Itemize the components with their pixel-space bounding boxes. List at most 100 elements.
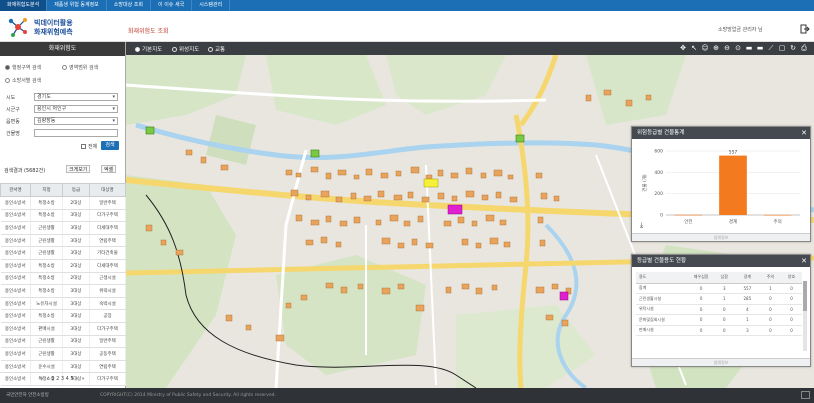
table-row[interactable]: 용인소방서 특정소방 2대상 일반주택 xyxy=(0,196,126,210)
select-eupmyeondong[interactable]: 김량장동 xyxy=(34,117,118,125)
radio-dot[interactable] xyxy=(62,65,67,70)
label-building-name: 건물명 xyxy=(6,131,20,137)
pager-last[interactable]: » xyxy=(82,376,85,382)
scrollbar[interactable] xyxy=(803,281,807,351)
close-icon[interactable]: ✕ xyxy=(801,127,807,139)
table-row[interactable]: 용인소방서 근린생활 3대상 공동주택 xyxy=(0,347,126,361)
table-cell: 판매시설 xyxy=(636,325,689,336)
table-row[interactable]: 판매시설 0 0 3 0 0 xyxy=(636,325,802,336)
y-tick-label: 0 xyxy=(660,213,663,219)
table-row[interactable]: 용인소방서 근린생활 3대상 연립주택 xyxy=(0,234,126,248)
table-row[interactable]: 용인소방서 근린생활 3대상 기타건축물 xyxy=(0,246,126,260)
table-row[interactable]: 위락시설 0 0 4 0 0 xyxy=(636,304,802,315)
radio-label: 소방서별 검색 xyxy=(12,78,42,84)
table-row[interactable]: 근린생활시설 0 1 285 0 0 xyxy=(636,293,802,305)
table-cell: 0 xyxy=(688,304,714,315)
sidebar: 화재위험도 행정구역 검색 영역범위 검색 소방서별 검색 시도 경기도 시군구… xyxy=(0,42,126,388)
area-icon[interactable]: ▢ xyxy=(778,44,786,52)
close-icon[interactable]: ✕ xyxy=(801,255,807,267)
grade-usage-panel: 등급별 건물용도 현황 ✕ 용도 매우심함 심함 경계 주의 양호 합계 0 3 557 1 0 근린… xyxy=(631,254,811,367)
map-option-base[interactable]: 기본지도 xyxy=(135,45,162,53)
table-cell: 1 xyxy=(713,293,735,305)
radio-fire-station[interactable]: 소방서별 검색 xyxy=(5,77,41,84)
radio-dot[interactable] xyxy=(5,65,10,70)
table-cell: 근린생활 xyxy=(30,221,63,235)
col-header[interactable]: 지정 xyxy=(30,183,63,197)
select-sido[interactable]: 경기도 xyxy=(34,93,118,101)
pager-pages[interactable]: 1 2 3 4 5 xyxy=(51,376,73,382)
table-cell: 0 xyxy=(688,314,714,326)
panel-title: 등급별 건물용도 현황 xyxy=(637,258,687,264)
nav-tab-target-search[interactable]: 소방대상 조회 xyxy=(107,0,151,11)
table-cell: 용인소방서 xyxy=(0,246,31,260)
table-row[interactable]: 용인소방서 근린생활 3대상 다세대주택 xyxy=(0,221,126,235)
zoom-in-icon[interactable]: ⊕ xyxy=(712,44,720,52)
table-row[interactable]: 용인소방서 판매시설 3대상 다가구주택 xyxy=(0,322,126,336)
table-row[interactable]: 용인소방서 특정소방 3대상 다가구주택 xyxy=(0,209,126,223)
table-row[interactable]: 용인소방서 특정소방 2대상 다세대주택 xyxy=(0,259,126,273)
table-cell: 3 xyxy=(713,283,735,294)
radio-range[interactable]: 영역범위 검색 xyxy=(62,64,98,71)
col-header: 매우심함 xyxy=(688,272,714,284)
nav-tab-issues[interactable]: 이 이슈 새국 xyxy=(151,0,193,11)
map-option-satellite[interactable]: 위성지도 xyxy=(172,45,199,53)
footer-org: 국민안전처 안전소방방 xyxy=(6,393,49,398)
table-row[interactable]: 용인소방서 운수시설 3대상 연립주택 xyxy=(0,360,126,374)
search-button[interactable]: 검색 xyxy=(101,141,119,150)
building-name-input[interactable] xyxy=(34,129,118,137)
table-cell: 3 xyxy=(734,325,760,336)
map-option-traffic[interactable]: 교통 xyxy=(208,45,225,53)
grade-usage-table: 용도 매우심함 심함 경계 주의 양호 합계 0 3 557 1 0 근린생활시설 0 1 285 0 0 위락시… xyxy=(636,272,802,336)
pan-icon[interactable]: ✥ xyxy=(679,44,687,52)
prev-view-icon[interactable]: ▬ xyxy=(745,44,753,52)
pager-first[interactable]: « xyxy=(40,376,43,382)
expand-button[interactable]: 크게보기 xyxy=(66,165,91,173)
radio-dot[interactable] xyxy=(172,46,177,52)
page-title: 화재위험도 조회 xyxy=(128,28,169,35)
table-row[interactable]: 용인소방서 노유자시설 3대상 숙박시설 xyxy=(0,297,126,311)
table-row[interactable]: 용인소방서 특정소방 3대상 위락시설 xyxy=(0,284,126,298)
fullscreen-icon[interactable] xyxy=(801,391,810,399)
col-header[interactable]: 등급 xyxy=(62,183,90,197)
measure-icon[interactable]: ⟋ xyxy=(767,44,775,52)
table-cell: 4 xyxy=(734,304,760,315)
nav-tab-admin[interactable]: 시스템관리 xyxy=(192,0,231,11)
pager-prev[interactable]: ‹ xyxy=(46,376,48,382)
select-sigungu[interactable]: 용인시 처인구 xyxy=(34,105,118,113)
nav-tab-stats[interactable]: 제품생 위험 동계정보 xyxy=(47,0,107,11)
table-row[interactable]: 합계 0 3 557 1 0 xyxy=(636,283,802,294)
table-cell: 일반주택 xyxy=(89,335,126,349)
radio-dot[interactable] xyxy=(135,46,140,52)
logout-icon[interactable] xyxy=(800,24,810,34)
col-header[interactable]: 대상명 xyxy=(89,183,126,197)
table-cell: 2대상 xyxy=(62,272,90,286)
print-icon[interactable]: ⎙ xyxy=(800,44,808,52)
checkbox[interactable] xyxy=(81,144,86,149)
zoom-out-icon[interactable]: ⊖ xyxy=(723,44,731,52)
nav-tab-fire-risk[interactable]: 화재위험도분석 xyxy=(0,0,48,11)
excel-button[interactable]: 엑셀 xyxy=(101,165,117,173)
col-header[interactable]: 관서명 xyxy=(0,183,31,197)
bar-안전 xyxy=(674,214,703,216)
radio-dot[interactable] xyxy=(208,46,213,52)
next-view-icon[interactable]: ▬ xyxy=(756,44,764,52)
table-row[interactable]: 용인소방서 특정소방 3대상 공장 xyxy=(0,309,126,323)
user-icon[interactable]: ☺ xyxy=(701,44,709,52)
zoom-area-icon[interactable]: ⊙ xyxy=(734,44,742,52)
table-cell: 0 xyxy=(688,283,714,294)
download-icon[interactable]: ⤓ xyxy=(640,221,643,230)
label-sido: 시도 xyxy=(6,95,16,101)
table-cell: 3대상 xyxy=(62,322,90,336)
table-row[interactable]: 용인소방서 특정소방 2대상 근생시설 xyxy=(0,272,126,286)
table-row[interactable]: 용인소방서 근린생활 3대상 일반주택 xyxy=(0,335,126,349)
col-header: 경계 xyxy=(734,272,760,284)
refresh-icon[interactable]: ↻ xyxy=(789,44,797,52)
radio-admin-area[interactable]: 행정구역 검색 xyxy=(5,64,41,71)
table-cell: 0 xyxy=(713,314,735,326)
table-cell: 위락시설 xyxy=(636,304,689,315)
pager-next[interactable]: › xyxy=(77,376,79,382)
check-all[interactable]: 전체 xyxy=(81,143,97,150)
table-row[interactable]: 문화및집회시설 0 0 1 0 0 xyxy=(636,314,802,326)
radio-dot[interactable] xyxy=(5,78,10,83)
pointer-icon[interactable]: ↖ xyxy=(690,44,698,52)
